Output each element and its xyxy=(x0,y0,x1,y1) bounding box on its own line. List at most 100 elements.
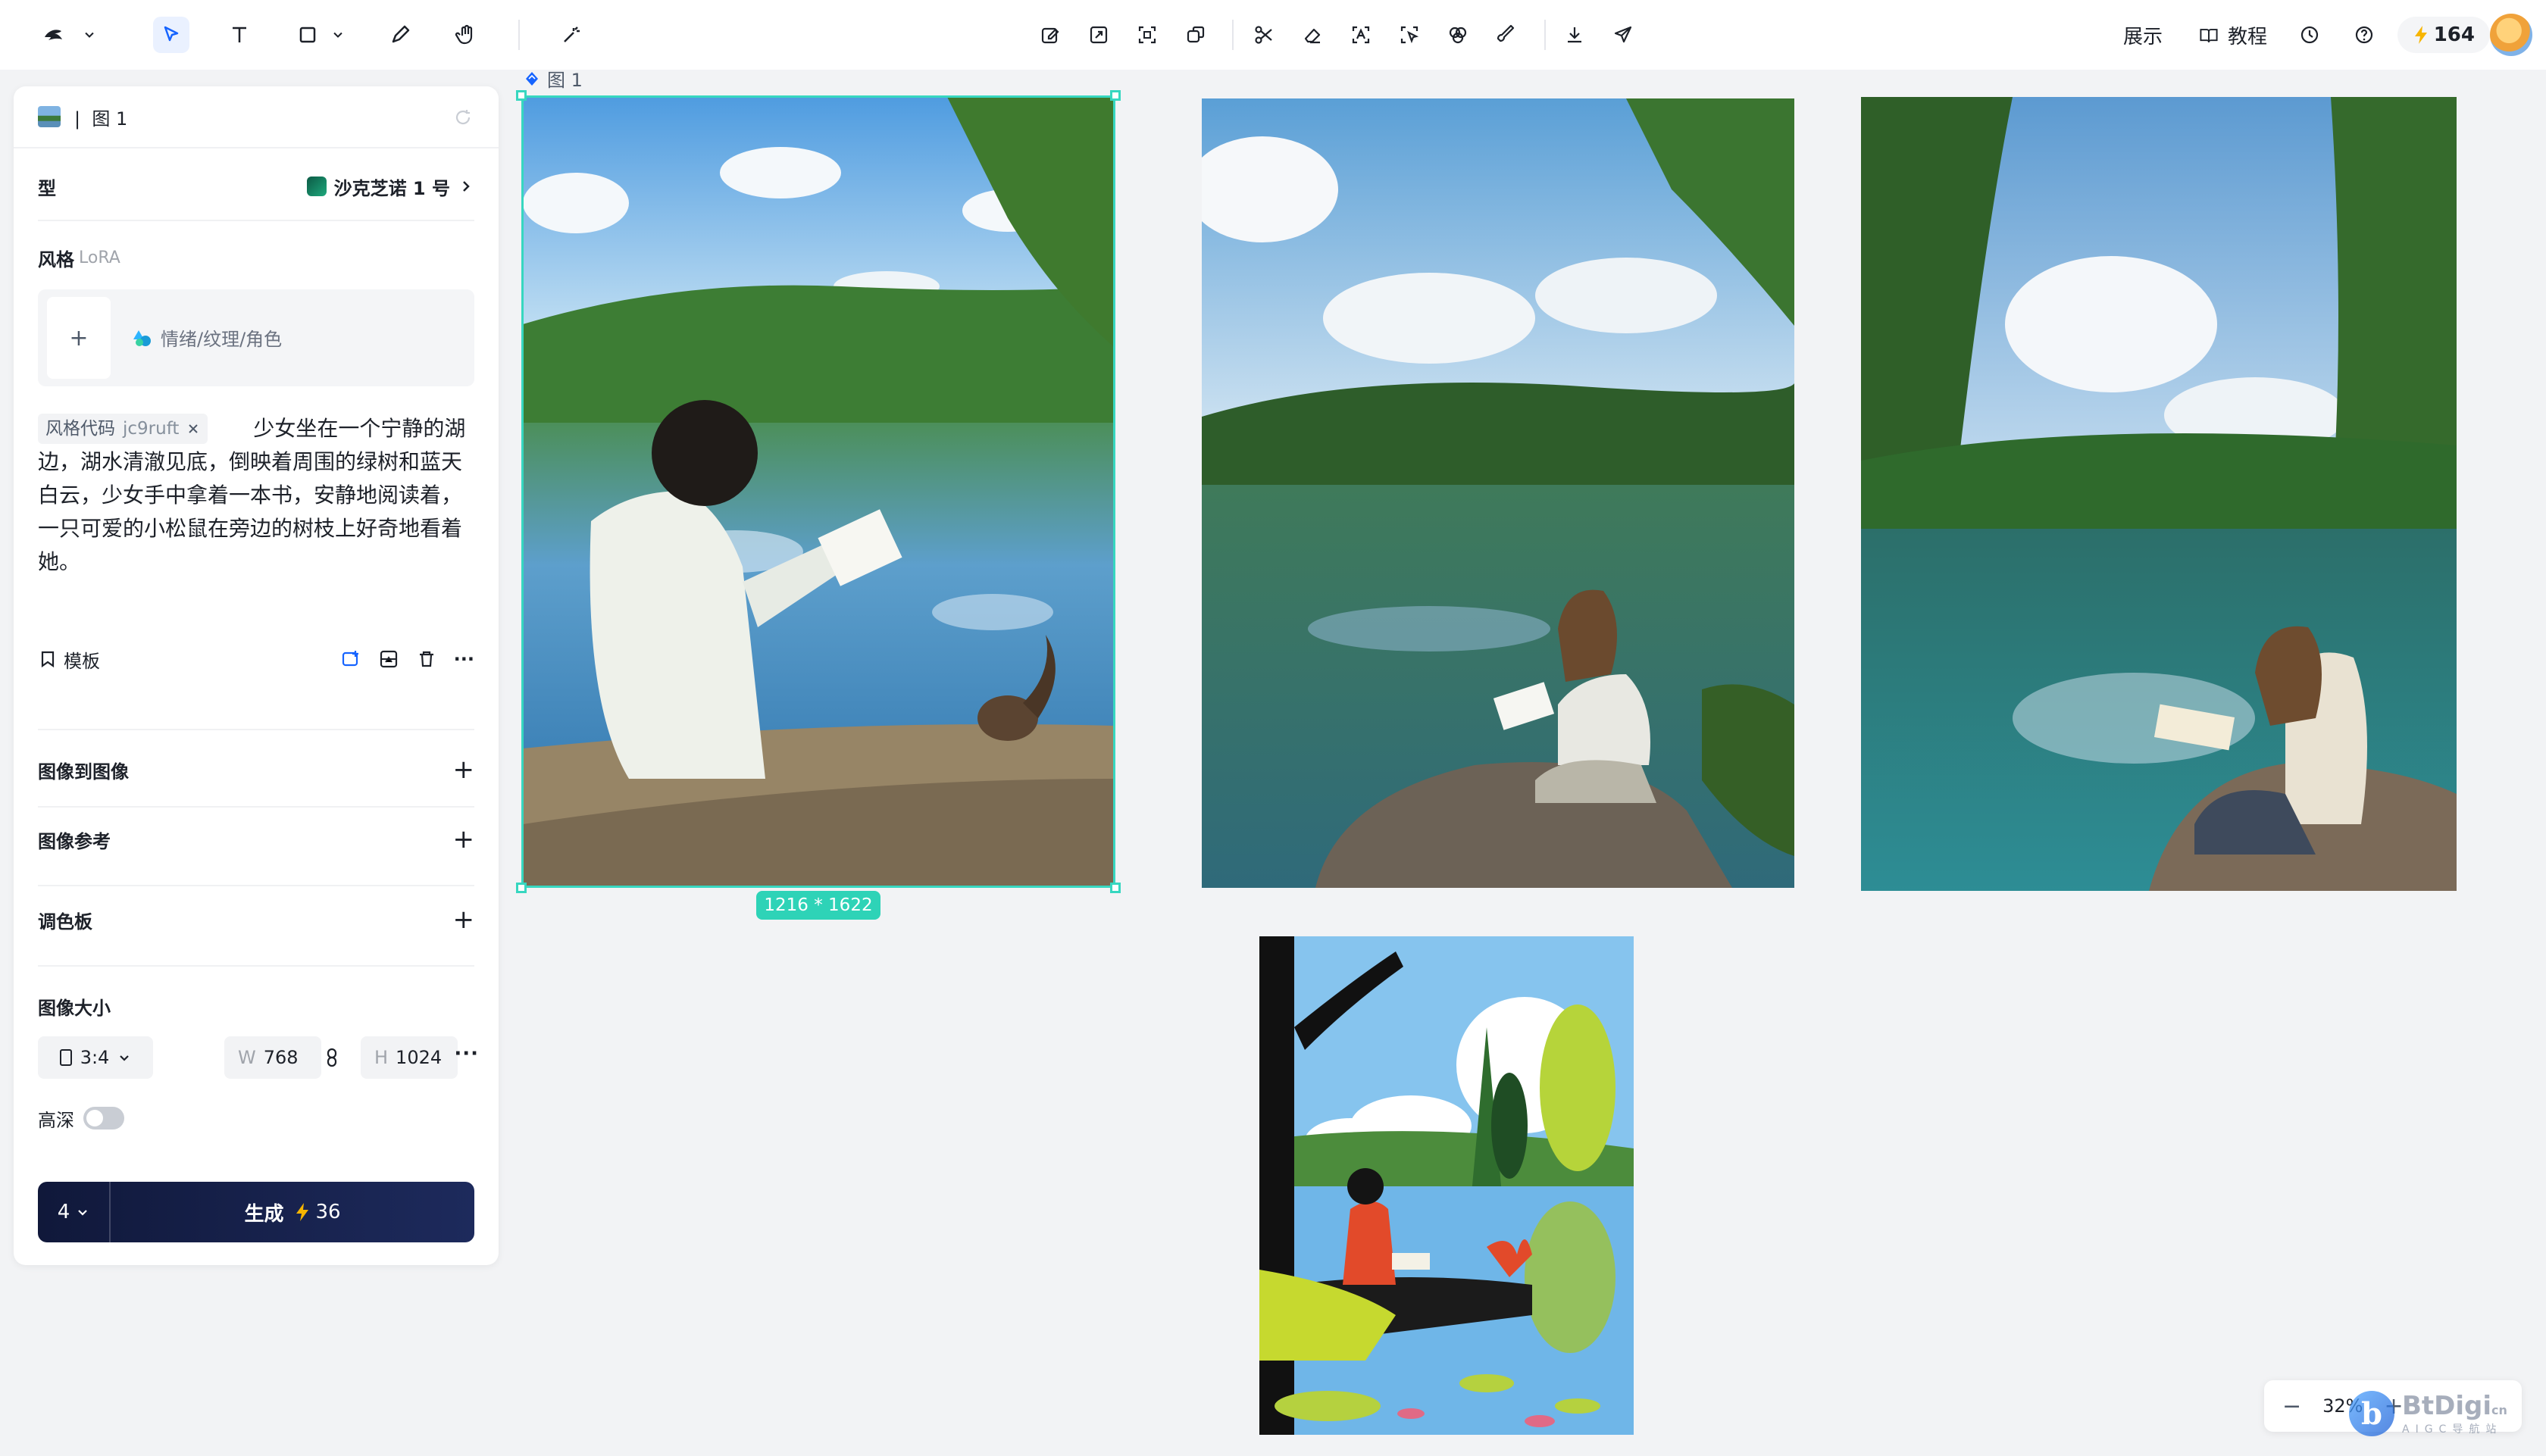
image-diamond-icon xyxy=(526,71,538,86)
smart-select-icon[interactable] xyxy=(1391,17,1428,53)
user-avatar[interactable] xyxy=(2490,14,2532,56)
model-label: 型 xyxy=(38,177,56,199)
layout-icon[interactable] xyxy=(378,648,399,670)
model-selector[interactable]: 沙克芝诺 1 号 xyxy=(306,173,474,200)
rectangle-tool-icon[interactable] xyxy=(289,17,326,53)
variation-icon[interactable] xyxy=(1178,17,1214,53)
generated-image-2[interactable] xyxy=(1202,98,1794,888)
resize-handle-br[interactable] xyxy=(1110,883,1121,893)
watermark-brand: BtDigi xyxy=(2402,1391,2492,1421)
width-value: 768 xyxy=(263,1047,299,1068)
resize-handle-tl[interactable] xyxy=(516,90,527,101)
upscale-icon[interactable] xyxy=(1129,17,1165,53)
zoom-out-button[interactable]: − xyxy=(2282,1393,2301,1420)
eraser-icon[interactable] xyxy=(1294,17,1331,53)
lightning-icon xyxy=(296,1203,309,1221)
show-button[interactable]: 展示 xyxy=(2123,21,2163,49)
send-icon[interactable] xyxy=(1605,17,1641,53)
add-palette-button[interactable]: + xyxy=(453,905,475,935)
chevron-down-icon xyxy=(120,1055,130,1061)
model-icon xyxy=(306,177,327,196)
link-icon[interactable] xyxy=(321,1047,342,1068)
help-icon[interactable] xyxy=(2346,17,2382,53)
lora-picker[interactable]: + 情绪/纹理/角色 xyxy=(38,289,474,386)
add-image-icon[interactable] xyxy=(340,648,361,670)
hd-label: 高深 xyxy=(38,1109,74,1131)
section-divider xyxy=(38,885,474,886)
palette-row[interactable]: 调色板 + xyxy=(38,905,474,935)
watermark-tagline: AIGC导航站 xyxy=(2402,1423,2503,1436)
hd-toggle[interactable] xyxy=(83,1107,124,1129)
watermark-logo-icon: b xyxy=(2349,1391,2394,1436)
height-input[interactable]: H 1024 xyxy=(361,1036,458,1079)
height-value: 1024 xyxy=(396,1047,443,1068)
style-sublabel: LoRA xyxy=(79,248,120,267)
section-divider xyxy=(38,965,474,967)
watermark: b BtDigicn AIGC导航站 xyxy=(2349,1391,2507,1436)
brush-icon[interactable] xyxy=(1488,17,1525,53)
blend-icon[interactable] xyxy=(1440,17,1476,53)
scissors-icon[interactable] xyxy=(1246,17,1282,53)
size-more-icon[interactable]: ··· xyxy=(454,1042,479,1065)
style-row: 风格 LoRA xyxy=(38,244,474,271)
palette-drop-icon xyxy=(133,330,151,346)
download-icon[interactable] xyxy=(1556,17,1593,53)
close-icon[interactable] xyxy=(186,422,200,436)
style-code-label: 风格代码 xyxy=(45,419,115,439)
history-icon[interactable] xyxy=(2291,17,2328,53)
prompt-textarea[interactable]: 风格代码 jc9ruft 少女坐在一个宁静的湖边，湖水清澈见底，倒映着周围的绿树… xyxy=(38,412,477,579)
magic-wand-icon[interactable] xyxy=(553,17,590,53)
generation-panel: | 图 1 型 沙克芝诺 1 号 风格 LoRA + 情绪/纹理/角色 风格代码… xyxy=(14,86,499,1265)
generate-button[interactable]: 4 生成 36 xyxy=(38,1182,474,1242)
style-code-chip[interactable]: 风格代码 jc9ruft xyxy=(38,414,208,444)
select-tool-icon[interactable] xyxy=(153,17,189,53)
model-row[interactable]: 型 沙克芝诺 1 号 xyxy=(38,171,474,202)
template-button[interactable]: 模板 xyxy=(38,646,100,673)
lightning-icon xyxy=(2414,26,2427,44)
aspect-ratio-select[interactable]: 3:4 xyxy=(38,1036,153,1079)
generated-image-4[interactable] xyxy=(1259,936,1634,1435)
toolbar-divider xyxy=(1232,20,1234,50)
layer-thumbnail xyxy=(38,106,61,127)
palette-label: 调色板 xyxy=(38,911,92,933)
watermark-domain: cn xyxy=(2491,1403,2507,1417)
resize-handle-tr[interactable] xyxy=(1110,90,1121,101)
credits-count: 164 xyxy=(2433,23,2475,46)
style-label: 风格 xyxy=(38,248,74,270)
tutorial-button[interactable]: 教程 xyxy=(2197,21,2267,49)
trash-icon[interactable] xyxy=(416,648,437,670)
lora-hint: 情绪/纹理/角色 xyxy=(132,324,282,351)
toolbar-divider xyxy=(518,20,520,50)
image-size-tag: 1216 * 1622 xyxy=(756,891,880,920)
add-img2img-button[interactable]: + xyxy=(453,755,475,785)
tutorial-label: 教程 xyxy=(2228,26,2268,48)
img2img-row[interactable]: 图像到图像 + xyxy=(38,755,474,785)
add-lora-button[interactable]: + xyxy=(47,297,111,379)
text-tool-icon[interactable] xyxy=(221,17,258,53)
add-image-reference-button[interactable]: + xyxy=(453,824,475,855)
shape-chevron-down-icon[interactable] xyxy=(327,17,349,53)
image-reference-row[interactable]: 图像参考 + xyxy=(38,824,474,855)
generated-image-3[interactable] xyxy=(1861,97,2457,891)
edit-image-icon[interactable] xyxy=(1032,17,1068,53)
refresh-icon[interactable] xyxy=(452,106,474,129)
resize-handle-bl[interactable] xyxy=(516,883,527,893)
text-recognize-icon[interactable] xyxy=(1343,17,1379,53)
chevron-down-icon xyxy=(78,1210,88,1216)
image-label[interactable]: 图 1 xyxy=(523,65,583,92)
generate-label: 生成 xyxy=(244,1202,284,1226)
expand-image-icon[interactable] xyxy=(1081,17,1117,53)
portrait-icon xyxy=(59,1049,72,1066)
book-icon xyxy=(2200,28,2218,42)
width-input[interactable]: W 768 xyxy=(224,1036,321,1079)
image-size-label: 图像大小 xyxy=(38,997,111,1019)
app-logo-icon[interactable] xyxy=(36,17,73,53)
more-icon[interactable]: ··· xyxy=(454,648,474,670)
hand-tool-icon[interactable] xyxy=(449,17,485,53)
chevron-down-icon[interactable] xyxy=(79,17,100,53)
credits-badge[interactable]: 164 xyxy=(2397,17,2490,53)
batch-count-select[interactable]: 4 xyxy=(38,1182,111,1242)
aspect-ratio-value: 3:4 xyxy=(80,1047,110,1068)
pencil-tool-icon[interactable] xyxy=(382,17,418,53)
generated-image-1[interactable] xyxy=(523,97,1114,886)
